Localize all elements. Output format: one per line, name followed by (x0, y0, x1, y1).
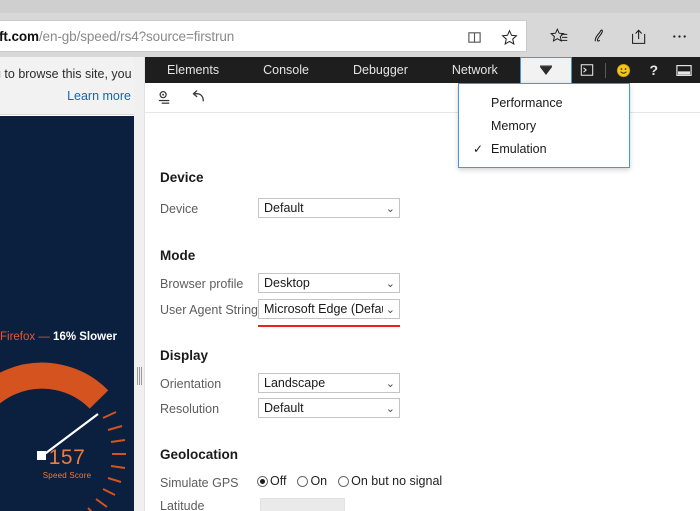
console-drawer-icon[interactable] (572, 57, 602, 83)
select-user-agent-string[interactable]: Microsoft Edge (Default ⌄ (258, 299, 400, 319)
select-browser-profile-value: Desktop (264, 276, 310, 290)
menu-item-label: Performance (491, 96, 563, 110)
browser-tabstrip (0, 0, 700, 13)
radio-label: On but no signal (351, 474, 442, 488)
gps-radio-group: Off On On but no signal (257, 474, 442, 488)
screenshot-root: ft.com/en-gb/speed/rs4?source=firstrun (0, 0, 700, 511)
tab-debugger[interactable]: Debugger (331, 57, 430, 83)
web-notes-pen-icon[interactable] (588, 25, 610, 47)
speed-score-label: Speed Score (0, 471, 134, 480)
section-title-geolocation: Geolocation (160, 447, 238, 462)
select-resolution-value: Default (264, 401, 304, 415)
share-icon[interactable] (628, 25, 650, 47)
webpage-viewport: g to browse this site, you Learn more Fi… (0, 57, 139, 511)
devtools-tabbar: Elements Console Debugger Network ? (145, 57, 700, 83)
browser-toolbar: ft.com/en-gb/speed/rs4?source=firstrun (0, 0, 700, 57)
radio-gps-on-no-signal[interactable]: On but no signal (338, 474, 442, 488)
splitter-grip-icon (137, 367, 142, 385)
address-bar-icons (463, 21, 520, 53)
menu-item-performance[interactable]: Performance (459, 91, 629, 114)
select-device[interactable]: Default ⌄ (258, 198, 400, 218)
url-path: /en-gb/speed/rs4?source=firstrun (39, 29, 234, 44)
url-text: ft.com/en-gb/speed/rs4?source=firstrun (0, 29, 234, 44)
settings-gear-icon[interactable] (155, 88, 175, 108)
comparison-text: Firefox — 16% Slower (0, 331, 134, 343)
radio-indicator-icon (257, 476, 268, 487)
label-orientation: Orientation (160, 377, 221, 391)
radio-label: Off (270, 474, 286, 488)
radio-gps-off[interactable]: Off (257, 474, 286, 488)
select-browser-profile[interactable]: Desktop ⌄ (258, 273, 400, 293)
tab-console[interactable]: Console (241, 57, 331, 83)
annotation-red-underline (258, 325, 400, 327)
chevron-down-icon: ⌄ (383, 377, 395, 390)
chevron-down-icon: ⌄ (383, 277, 395, 290)
url-domain: ft.com (0, 29, 39, 44)
menu-checkmark-icon: ✓ (465, 142, 491, 156)
select-resolution[interactable]: Default ⌄ (258, 398, 400, 418)
comparison-percent: 16% Slower (53, 331, 117, 343)
speed-score-value: 157 (0, 446, 134, 470)
label-browser-profile: Browser profile (160, 277, 243, 291)
speed-gauge (0, 356, 134, 511)
browser-action-icons (548, 20, 696, 52)
select-orientation-value: Landscape (264, 376, 325, 390)
select-device-value: Default (264, 201, 304, 215)
section-title-mode: Mode (160, 248, 195, 263)
chevron-down-icon: ⌄ (383, 402, 395, 415)
cookie-consent-text: g to browse this site, you (0, 67, 132, 81)
tab-network[interactable]: Network (430, 57, 520, 83)
menu-item-emulation[interactable]: ✓ Emulation (459, 137, 629, 160)
devtools-tool-icons: ? ✕ (572, 57, 700, 83)
help-question-icon[interactable]: ? (639, 57, 669, 83)
radio-indicator-icon (338, 476, 349, 487)
learn-more-link[interactable]: Learn more (67, 89, 131, 103)
reading-view-book-icon[interactable] (463, 26, 485, 48)
label-device: Device (160, 202, 198, 216)
hub-favorites-icon[interactable] (548, 25, 570, 47)
select-orientation[interactable]: Landscape ⌄ (258, 373, 400, 393)
label-simulate-gps: Simulate GPS (160, 476, 239, 490)
comparison-browser: Firefox — (0, 331, 50, 343)
label-resolution: Resolution (160, 402, 219, 416)
panel-splitter[interactable] (134, 57, 145, 511)
devtools-panel: Elements Console Debugger Network ? (145, 57, 700, 511)
emulation-settings-form: Device Device Default ⌄ Mode Browser pro… (145, 114, 700, 511)
radio-label: On (310, 474, 327, 488)
menu-item-memory[interactable]: Memory (459, 114, 629, 137)
toolbar-separator (605, 63, 606, 78)
tab-elements[interactable]: Elements (145, 57, 241, 83)
more-tools-chevron-down-icon[interactable] (520, 57, 572, 83)
label-user-agent-string: User Agent String: (160, 303, 261, 317)
section-title-device: Device (160, 170, 204, 185)
chevron-down-icon: ⌄ (383, 303, 395, 316)
chevron-down-icon: ⌄ (383, 202, 395, 215)
select-user-agent-value: Microsoft Edge (Default (264, 302, 383, 316)
feedback-smiley-icon[interactable] (609, 57, 639, 83)
ellipsis-more-icon[interactable] (668, 25, 690, 47)
more-tools-dropdown-menu: Performance Memory ✓ Emulation (458, 83, 630, 168)
radio-gps-on[interactable]: On (297, 474, 327, 488)
label-latitude: Latitude (160, 499, 204, 511)
speed-test-hero: Firefox — 16% Slower (0, 116, 134, 511)
undo-reset-icon[interactable] (189, 88, 209, 108)
dock-bottom-icon[interactable] (669, 57, 699, 83)
section-title-display: Display (160, 348, 208, 363)
cookie-consent-banner: g to browse this site, you Learn more (0, 57, 139, 115)
input-latitude[interactable] (260, 498, 345, 511)
menu-item-label: Memory (491, 119, 536, 133)
address-bar[interactable]: ft.com/en-gb/speed/rs4?source=firstrun (0, 20, 527, 52)
radio-indicator-icon (297, 476, 308, 487)
favorites-star-icon[interactable] (498, 26, 520, 48)
menu-item-label: Emulation (491, 142, 547, 156)
